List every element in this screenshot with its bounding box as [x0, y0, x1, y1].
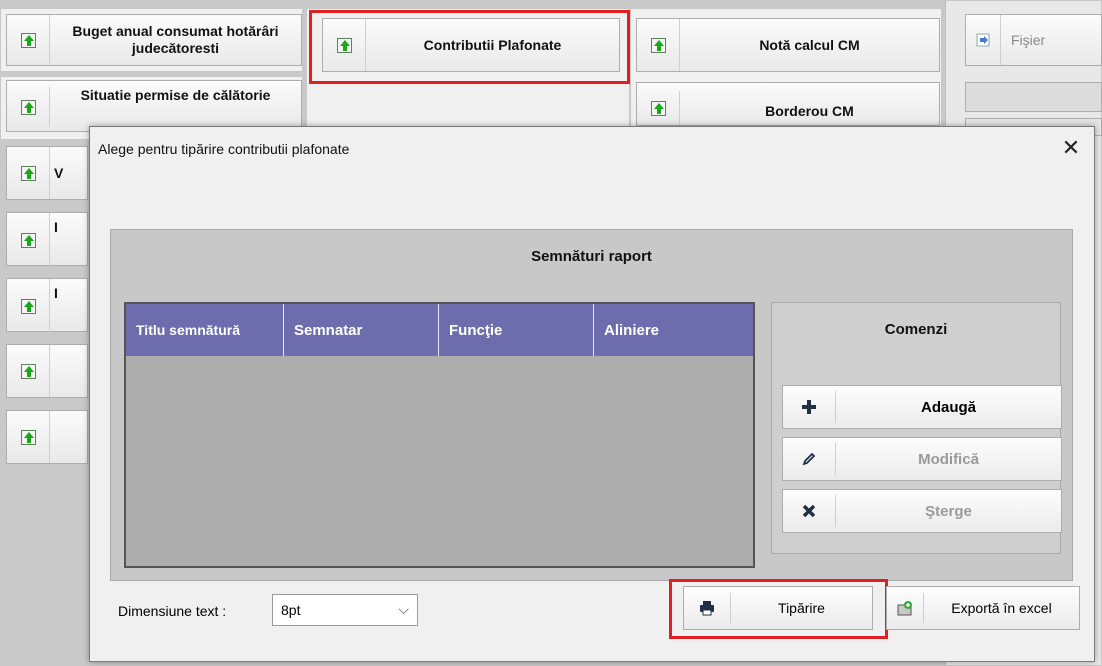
upload-icon — [20, 232, 36, 248]
column-header-aliniere[interactable]: Aliniere — [594, 304, 753, 356]
column-header-functie[interactable]: Funcţie — [439, 304, 594, 356]
arrow-right-icon — [976, 33, 990, 47]
report-button-label: Borderou CM — [765, 103, 854, 119]
file-button[interactable]: Fişier — [965, 14, 1102, 66]
plus-icon — [783, 391, 836, 423]
tile-icon-wrap — [7, 87, 50, 127]
delete-button-label: Şterge — [925, 502, 972, 520]
commands-title: Comenzi — [884, 321, 948, 338]
tile-icon-wrap — [7, 147, 50, 199]
highlight-outline — [669, 579, 888, 639]
report-button-partial-5[interactable] — [6, 410, 88, 464]
upload-icon — [650, 37, 666, 53]
upload-icon — [20, 363, 36, 379]
report-button-partial-2[interactable]: I — [6, 212, 88, 267]
file-button-label: Fişier — [1011, 31, 1046, 48]
text-size-label: Dimensiune text : — [118, 603, 227, 619]
tile-icon-wrap — [7, 213, 50, 267]
report-button-label: Situatie permise de călătorie — [80, 87, 271, 103]
edit-button-label: Modifică — [918, 450, 979, 468]
export-excel-button[interactable]: Exportă în excel — [886, 586, 1080, 630]
tile-icon-wrap — [7, 345, 50, 397]
column-header-semnatar[interactable]: Semnatar — [284, 304, 439, 356]
column-header-titlu[interactable]: Titlu semnătură — [126, 304, 284, 356]
print-dialog: Alege pentru tipărire contributii plafon… — [89, 126, 1095, 662]
signatures-table[interactable]: Titlu semnătură Semnatar Funcţie Alinier… — [124, 302, 755, 568]
table-header: Titlu semnătură Semnatar Funcţie Alinier… — [126, 304, 753, 356]
report-button-partial-3[interactable]: I — [6, 278, 88, 333]
report-button-label: Notă calcul CM — [759, 36, 860, 53]
delete-button[interactable]: Şterge — [782, 489, 1062, 533]
pencil-icon — [783, 443, 836, 475]
report-button-nota[interactable]: Notă calcul CM — [636, 18, 940, 72]
close-icon[interactable]: ✕ — [1056, 133, 1086, 163]
tile-icon-wrap — [966, 15, 1001, 65]
upload-icon — [20, 298, 36, 314]
x-icon — [783, 495, 836, 527]
tile-icon-wrap — [637, 91, 680, 125]
report-button-label: I — [54, 285, 58, 301]
dialog-title: Alege pentru tipărire contributii plafon… — [98, 141, 350, 157]
right-panel-button-2[interactable] — [965, 82, 1102, 112]
upload-icon — [20, 99, 36, 115]
upload-icon — [20, 32, 36, 48]
export-button-label: Exportă în excel — [951, 600, 1052, 616]
report-button-borderou[interactable]: Borderou CM — [636, 82, 940, 126]
add-button-label: Adaugă — [920, 398, 976, 416]
text-size-select[interactable]: 8pt ⌵ — [272, 594, 418, 626]
report-button-label: Buget anual consumat hotărâri judecătore… — [72, 23, 279, 56]
tile-icon-wrap — [7, 279, 50, 333]
text-size-value: 8pt — [281, 602, 301, 618]
highlight-outline — [309, 10, 630, 84]
upload-icon — [650, 100, 666, 116]
add-button[interactable]: Adaugă — [782, 385, 1062, 429]
tile-icon-wrap — [7, 411, 50, 463]
signatures-panel: Semnături raport Titlu semnătură Semnata… — [110, 229, 1073, 581]
upload-icon — [20, 165, 36, 181]
edit-button[interactable]: Modifică — [782, 437, 1062, 481]
report-button-buget[interactable]: Buget anual consumat hotărâri judecătore… — [6, 14, 302, 66]
commands-panel: Comenzi Adaugă Modifică Şterge — [771, 302, 1062, 554]
tile-icon-wrap — [7, 15, 50, 65]
excel-export-icon — [887, 593, 924, 623]
report-button-label: V — [54, 164, 64, 181]
report-button-permise[interactable]: Situatie permise de călătorie — [6, 80, 302, 132]
chevron-down-icon: ⌵ — [398, 601, 409, 617]
upload-icon — [20, 429, 36, 445]
report-button-partial-1[interactable]: V — [6, 146, 88, 200]
panel-title: Semnături raport — [531, 248, 652, 265]
tile-icon-wrap — [637, 19, 680, 71]
report-button-partial-4[interactable] — [6, 344, 88, 398]
report-button-label: I — [54, 219, 58, 235]
